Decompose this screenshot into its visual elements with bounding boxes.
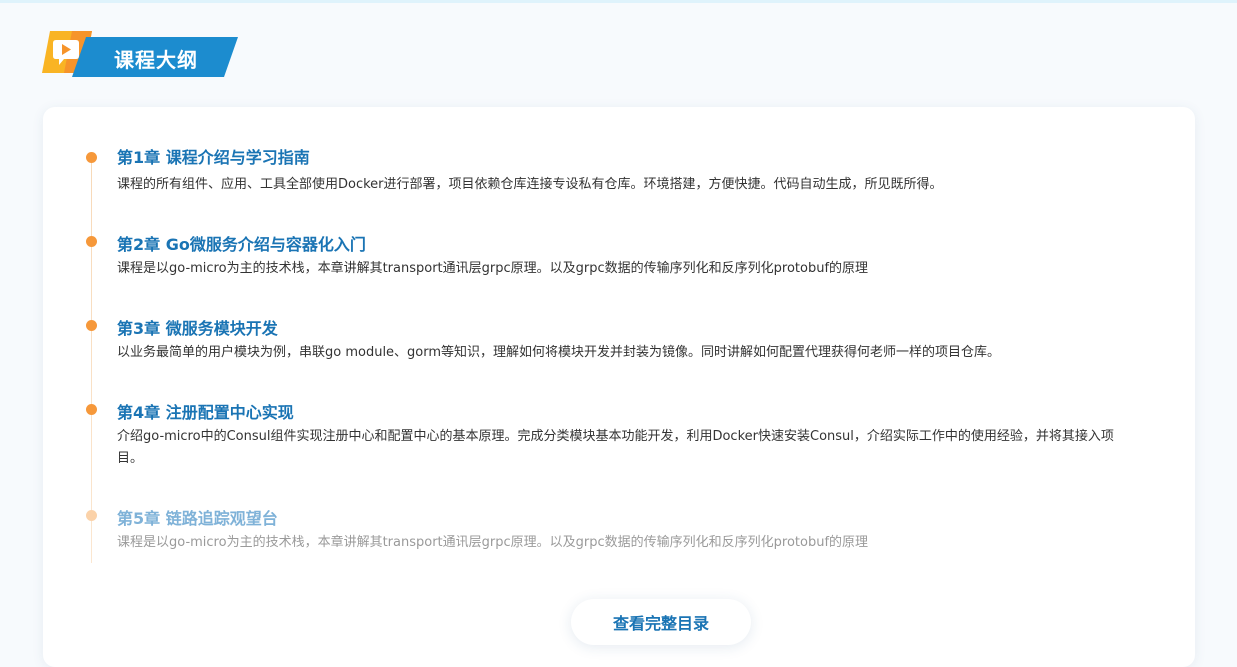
chapter-title: 第5章 链路追踪观望台: [117, 509, 278, 528]
chapter-title: 第2章 Go微服务介绍与容器化入门: [117, 235, 366, 254]
chapter-title: 第3章 微服务模块开发: [117, 319, 278, 338]
chapter-description: 介绍go-micro中的Consul组件实现注册中心和配置中心的基本原理。完成分…: [117, 429, 1114, 466]
section-title: 课程大纲: [114, 48, 198, 72]
view-full-catalog-button[interactable]: 查看完整目录: [571, 599, 751, 645]
timeline-line: [91, 157, 92, 563]
chapter-description: 以业务最简单的用户模块为例，串联go module、gorm等知识，理解如何将模…: [117, 345, 1001, 360]
section-header: 课程大纲: [42, 31, 242, 79]
top-border: [0, 0, 1237, 3]
timeline-dot: [86, 152, 97, 163]
chapter-description: 课程是以go-micro为主的技术栈，本章讲解其transport通讯层grpc…: [117, 261, 869, 276]
chapter-description: 课程的所有组件、应用、工具全部使用Docker进行部署，项目依赖仓库连接专设私有…: [117, 177, 943, 192]
timeline-dot: [86, 320, 97, 331]
timeline-dot: [86, 510, 97, 521]
course-outline-card: 第1章 课程介绍与学习指南 课程的所有组件、应用、工具全部使用Docker进行部…: [43, 107, 1195, 667]
chapter-title: 第4章 注册配置中心实现: [117, 403, 294, 422]
chapter-description: 课程是以go-micro为主的技术栈，本章讲解其transport通讯层grpc…: [117, 535, 869, 550]
timeline-dot: [86, 236, 97, 247]
timeline-dot: [86, 404, 97, 415]
chapter-title: 第1章 课程介绍与学习指南: [117, 148, 310, 167]
